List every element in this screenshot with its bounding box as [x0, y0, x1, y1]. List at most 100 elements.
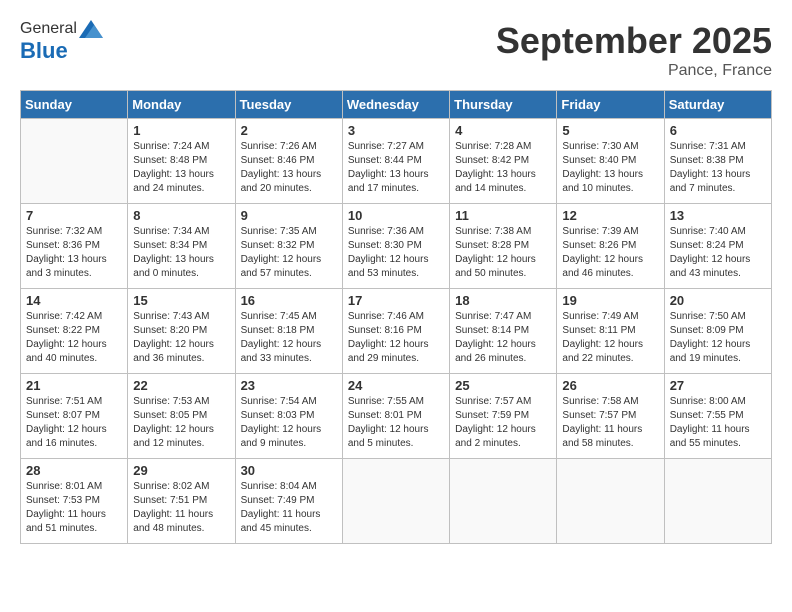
calendar-cell: 6 Sunrise: 7:31 AMSunset: 8:38 PMDaylight… — [664, 119, 771, 204]
day-info: Sunrise: 8:04 AMSunset: 7:49 PMDaylight:… — [241, 480, 337, 536]
calendar-cell: 29 Sunrise: 8:02 AMSunset: 7:51 PMDayligh… — [128, 459, 235, 544]
day-number: 20 — [670, 293, 766, 308]
logo-blue-text: Blue — [20, 38, 68, 64]
day-info: Sunrise: 8:00 AMSunset: 7:55 PMDaylight:… — [670, 395, 766, 451]
column-header-wednesday: Wednesday — [342, 91, 449, 119]
calendar-cell: 21Sunrise: 7:51 AMSunset: 8:07 PMDayligh… — [21, 374, 128, 459]
calendar-cell: 24 Sunrise: 7:55 AMSunset: 8:01 PMDayligh… — [342, 374, 449, 459]
day-info: Sunrise: 7:40 AMSunset: 8:24 PMDaylight:… — [670, 225, 766, 281]
day-info: Sunrise: 8:01 AMSunset: 7:53 PMDaylight:… — [26, 480, 122, 536]
day-info: Sunrise: 7:51 AMSunset: 8:07 PMDaylight:… — [26, 395, 122, 451]
logo-general-text: General — [20, 20, 77, 38]
location-subtitle: Pance, France — [496, 62, 772, 80]
day-info: Sunrise: 7:32 AMSunset: 8:36 PMDaylight:… — [26, 225, 122, 281]
column-header-tuesday: Tuesday — [235, 91, 342, 119]
day-number: 22 — [133, 378, 229, 393]
day-number: 7 — [26, 208, 122, 223]
day-number: 2 — [241, 123, 337, 138]
day-number: 6 — [670, 123, 766, 138]
calendar-cell: 2 Sunrise: 7:26 AMSunset: 8:46 PMDaylight… — [235, 119, 342, 204]
day-number: 19 — [562, 293, 658, 308]
day-number: 1 — [133, 123, 229, 138]
calendar-cell: 14 Sunrise: 7:42 AMSunset: 8:22 PMDayligh… — [21, 289, 128, 374]
day-number: 3 — [348, 123, 444, 138]
day-info: Sunrise: 7:55 AMSunset: 8:01 PMDaylight:… — [348, 395, 444, 451]
calendar-cell: 11Sunrise: 7:38 AMSunset: 8:28 PMDayligh… — [450, 204, 557, 289]
calendar-cell: 8 Sunrise: 7:34 AMSunset: 8:34 PMDaylight… — [128, 204, 235, 289]
day-info: Sunrise: 7:45 AMSunset: 8:18 PMDaylight:… — [241, 310, 337, 366]
day-number: 29 — [133, 463, 229, 478]
calendar-cell — [664, 459, 771, 544]
calendar-cell: 7 Sunrise: 7:32 AMSunset: 8:36 PMDaylight… — [21, 204, 128, 289]
day-number: 27 — [670, 378, 766, 393]
day-number: 30 — [241, 463, 337, 478]
column-header-thursday: Thursday — [450, 91, 557, 119]
calendar-cell: 19 Sunrise: 7:49 AMSunset: 8:11 PMDayligh… — [557, 289, 664, 374]
day-info: Sunrise: 7:38 AMSunset: 8:28 PMDaylight:… — [455, 225, 551, 281]
month-title-section: September 2025 Pance, France — [496, 20, 772, 80]
calendar-cell: 5Sunrise: 7:30 AMSunset: 8:40 PMDaylight… — [557, 119, 664, 204]
calendar-cell: 20 Sunrise: 7:50 AMSunset: 8:09 PMDayligh… — [664, 289, 771, 374]
calendar-table: SundayMondayTuesdayWednesdayThursdayFrid… — [20, 90, 772, 544]
calendar-cell: 22 Sunrise: 7:53 AMSunset: 8:05 PMDayligh… — [128, 374, 235, 459]
day-info: Sunrise: 7:31 AMSunset: 8:38 PMDaylight:… — [670, 140, 766, 196]
day-info: Sunrise: 7:49 AMSunset: 8:11 PMDaylight:… — [562, 310, 658, 366]
day-number: 13 — [670, 208, 766, 223]
calendar-header-row: SundayMondayTuesdayWednesdayThursdayFrid… — [21, 91, 772, 119]
day-info: Sunrise: 7:27 AMSunset: 8:44 PMDaylight:… — [348, 140, 444, 196]
day-info: Sunrise: 7:24 AMSunset: 8:48 PMDaylight:… — [133, 140, 229, 196]
day-number: 16 — [241, 293, 337, 308]
column-header-friday: Friday — [557, 91, 664, 119]
calendar-cell: 15 Sunrise: 7:43 AMSunset: 8:20 PMDayligh… — [128, 289, 235, 374]
calendar-cell: 27 Sunrise: 8:00 AMSunset: 7:55 PMDayligh… — [664, 374, 771, 459]
day-number: 10 — [348, 208, 444, 223]
calendar-cell: 3 Sunrise: 7:27 AMSunset: 8:44 PMDaylight… — [342, 119, 449, 204]
calendar-cell: 25 Sunrise: 7:57 AMSunset: 7:59 PMDayligh… — [450, 374, 557, 459]
day-info: Sunrise: 7:57 AMSunset: 7:59 PMDaylight:… — [455, 395, 551, 451]
day-info: Sunrise: 7:46 AMSunset: 8:16 PMDaylight:… — [348, 310, 444, 366]
day-number: 24 — [348, 378, 444, 393]
day-info: Sunrise: 7:28 AMSunset: 8:42 PMDaylight:… — [455, 140, 551, 196]
day-number: 23 — [241, 378, 337, 393]
calendar-week-row: 7 Sunrise: 7:32 AMSunset: 8:36 PMDaylight… — [21, 204, 772, 289]
day-info: Sunrise: 7:30 AMSunset: 8:40 PMDaylight:… — [562, 140, 658, 196]
calendar-cell: 18Sunrise: 7:47 AMSunset: 8:14 PMDayligh… — [450, 289, 557, 374]
day-info: Sunrise: 7:43 AMSunset: 8:20 PMDaylight:… — [133, 310, 229, 366]
calendar-week-row: 1 Sunrise: 7:24 AMSunset: 8:48 PMDaylight… — [21, 119, 772, 204]
logo: General Blue — [20, 20, 103, 64]
day-number: 25 — [455, 378, 551, 393]
calendar-cell: 13 Sunrise: 7:40 AMSunset: 8:24 PMDayligh… — [664, 204, 771, 289]
calendar-cell: 17Sunrise: 7:46 AMSunset: 8:16 PMDayligh… — [342, 289, 449, 374]
calendar-week-row: 28 Sunrise: 8:01 AMSunset: 7:53 PMDayligh… — [21, 459, 772, 544]
column-header-saturday: Saturday — [664, 91, 771, 119]
day-info: Sunrise: 7:42 AMSunset: 8:22 PMDaylight:… — [26, 310, 122, 366]
day-number: 8 — [133, 208, 229, 223]
calendar-cell: 23 Sunrise: 7:54 AMSunset: 8:03 PMDayligh… — [235, 374, 342, 459]
calendar-cell: 1 Sunrise: 7:24 AMSunset: 8:48 PMDaylight… — [128, 119, 235, 204]
day-number: 9 — [241, 208, 337, 223]
calendar-cell — [21, 119, 128, 204]
day-info: Sunrise: 8:02 AMSunset: 7:51 PMDaylight:… — [133, 480, 229, 536]
day-info: Sunrise: 7:34 AMSunset: 8:34 PMDaylight:… — [133, 225, 229, 281]
day-info: Sunrise: 7:50 AMSunset: 8:09 PMDaylight:… — [670, 310, 766, 366]
calendar-cell — [450, 459, 557, 544]
calendar-cell: 16 Sunrise: 7:45 AMSunset: 8:18 PMDayligh… — [235, 289, 342, 374]
month-year-title: September 2025 — [496, 20, 772, 62]
calendar-cell: 30 Sunrise: 8:04 AMSunset: 7:49 PMDayligh… — [235, 459, 342, 544]
day-number: 14 — [26, 293, 122, 308]
calendar-cell: 12 Sunrise: 7:39 AMSunset: 8:26 PMDayligh… — [557, 204, 664, 289]
day-info: Sunrise: 7:26 AMSunset: 8:46 PMDaylight:… — [241, 140, 337, 196]
logo-icon — [79, 20, 103, 38]
page-header: General Blue September 2025 Pance, Franc… — [20, 20, 772, 80]
day-info: Sunrise: 7:54 AMSunset: 8:03 PMDaylight:… — [241, 395, 337, 451]
day-number: 28 — [26, 463, 122, 478]
day-info: Sunrise: 7:53 AMSunset: 8:05 PMDaylight:… — [133, 395, 229, 451]
day-info: Sunrise: 7:58 AMSunset: 7:57 PMDaylight:… — [562, 395, 658, 451]
day-number: 4 — [455, 123, 551, 138]
day-info: Sunrise: 7:39 AMSunset: 8:26 PMDaylight:… — [562, 225, 658, 281]
day-number: 26 — [562, 378, 658, 393]
day-number: 15 — [133, 293, 229, 308]
calendar-cell: 9Sunrise: 7:35 AMSunset: 8:32 PMDaylight… — [235, 204, 342, 289]
day-info: Sunrise: 7:47 AMSunset: 8:14 PMDaylight:… — [455, 310, 551, 366]
day-number: 12 — [562, 208, 658, 223]
